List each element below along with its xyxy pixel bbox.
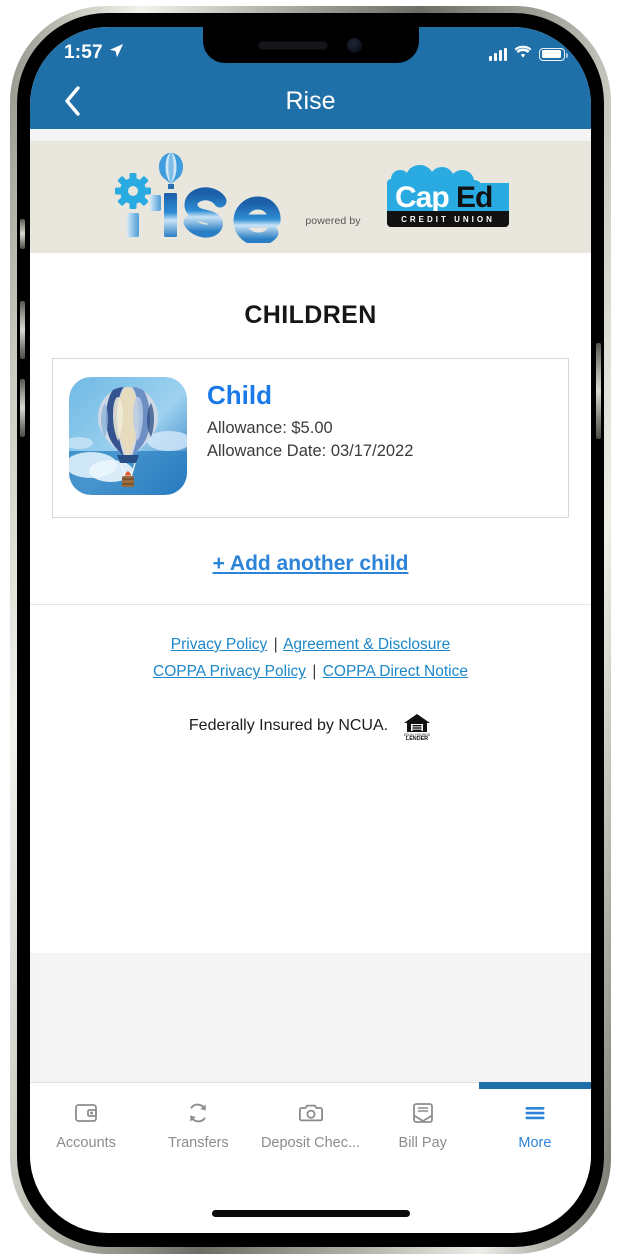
content-panel: CHILDREN Child Allowance: $5.00 Allowanc… [30,253,591,953]
caped-credit-union-logo: Cap Ed CREDIT UNION [383,163,513,231]
status-bar-left: 1:57 [64,36,124,64]
page-title: Rise [285,86,336,115]
child-allowance-date: Allowance Date: 03/17/2022 [207,442,414,461]
add-another-child-link[interactable]: + Add another child [213,552,409,575]
ncua-disclosure: Federally Insured by NCUA. EQUAL HOUSING [30,685,591,741]
tab-accounts[interactable]: Accounts [30,1083,142,1174]
back-button[interactable] [52,81,92,121]
volume-down-button[interactable] [20,379,25,437]
hot-air-balloon-avatar-icon [69,377,187,495]
tab-label-transfers: Transfers [167,1135,229,1151]
tab-deposit-check[interactable]: Deposit Chec... [254,1083,366,1174]
chevron-left-icon [62,85,82,117]
ncua-text: Federally Insured by NCUA. [188,717,389,735]
location-arrow-icon [109,42,124,64]
wifi-icon [514,45,532,64]
link-separator: | [312,663,317,681]
link-separator: | [273,636,278,653]
hamburger-icon [522,1099,548,1127]
status-bar-time: 1:57 [64,42,103,63]
earpiece-speaker-icon [259,41,327,49]
camera-icon [298,1099,324,1127]
mute-switch[interactable] [20,219,25,249]
privacy-policy-link[interactable]: Privacy Policy [171,636,267,653]
tab-label-more: More [518,1135,552,1151]
tab-transfers[interactable]: Transfers [142,1083,254,1174]
agreement-disclosure-link[interactable]: Agreement & Disclosure [283,636,450,653]
equal-housing-lender-icon: EQUAL HOUSING LENDER [402,711,432,741]
add-child-section: + Add another child [30,518,591,605]
tab-more[interactable]: More [478,1082,591,1174]
rise-logo [108,151,283,243]
app-content: powered by Cap Ed CREDIT UNION CHILDREN … [30,129,591,1082]
power-button[interactable] [596,343,601,439]
phone-screen: 1:57 Rise powered by Cap Ed CREDIT UNION… [30,27,591,1233]
section-title: CHILDREN [244,301,377,329]
child-allowance: Allowance: $5.00 [207,418,333,437]
child-name: Child [207,380,272,410]
bottom-tab-bar: Accounts Transfers Deposit Chec... Bill … [30,1082,591,1174]
legal-links-row-2: COPPA Privacy Policy | COPPA Direct Noti… [30,658,591,685]
home-indicator[interactable] [211,1210,410,1217]
hot-air-balloon-icon [159,153,184,189]
gear-icon [115,173,152,209]
svg-text:Cap: Cap [395,181,449,214]
screenshot-stage: 1:57 Rise powered by Cap Ed CREDIT UNION… [0,0,621,1259]
phone-bezel: 1:57 Rise powered by Cap Ed CREDIT UNION… [17,13,604,1247]
notch [202,27,419,63]
front-camera-icon [347,37,362,53]
svg-text:LENDER: LENDER [406,736,428,741]
refresh-icon [185,1099,211,1127]
wallet-icon [73,1099,99,1127]
envelope-icon [410,1099,436,1127]
legal-links: Privacy Policy | Agreement & Disclosure … [30,605,591,685]
coppa-privacy-policy-link[interactable]: COPPA Privacy Policy [153,663,306,680]
powered-by-label: powered by [305,215,361,227]
navigation-bar: Rise [30,73,591,129]
tab-label-deposit-check: Deposit Chec... [260,1135,361,1151]
battery-icon [539,47,568,61]
status-bar-right [489,37,568,64]
volume-up-button[interactable] [20,301,25,359]
phone-frame: 1:57 Rise powered by Cap Ed CREDIT UNION… [10,6,611,1254]
svg-text:Ed: Ed [456,181,492,214]
coppa-direct-notice-link[interactable]: COPPA Direct Notice [323,663,468,680]
child-info: Child Allowance: $5.00 Allowance Date: 0… [207,377,413,464]
tab-label-accounts: Accounts [56,1135,116,1151]
brand-banner: powered by Cap Ed CREDIT UNION [30,141,591,253]
tab-bill-pay[interactable]: Bill Pay [367,1083,479,1174]
svg-text:CREDIT UNION: CREDIT UNION [401,215,495,224]
cellular-signal-icon [489,47,507,61]
active-tab-indicator [478,1082,591,1089]
child-card[interactable]: Child Allowance: $5.00 Allowance Date: 0… [52,358,569,518]
legal-links-row-1: Privacy Policy | Agreement & Disclosure [30,631,591,658]
tab-label-bill-pay: Bill Pay [398,1135,447,1151]
